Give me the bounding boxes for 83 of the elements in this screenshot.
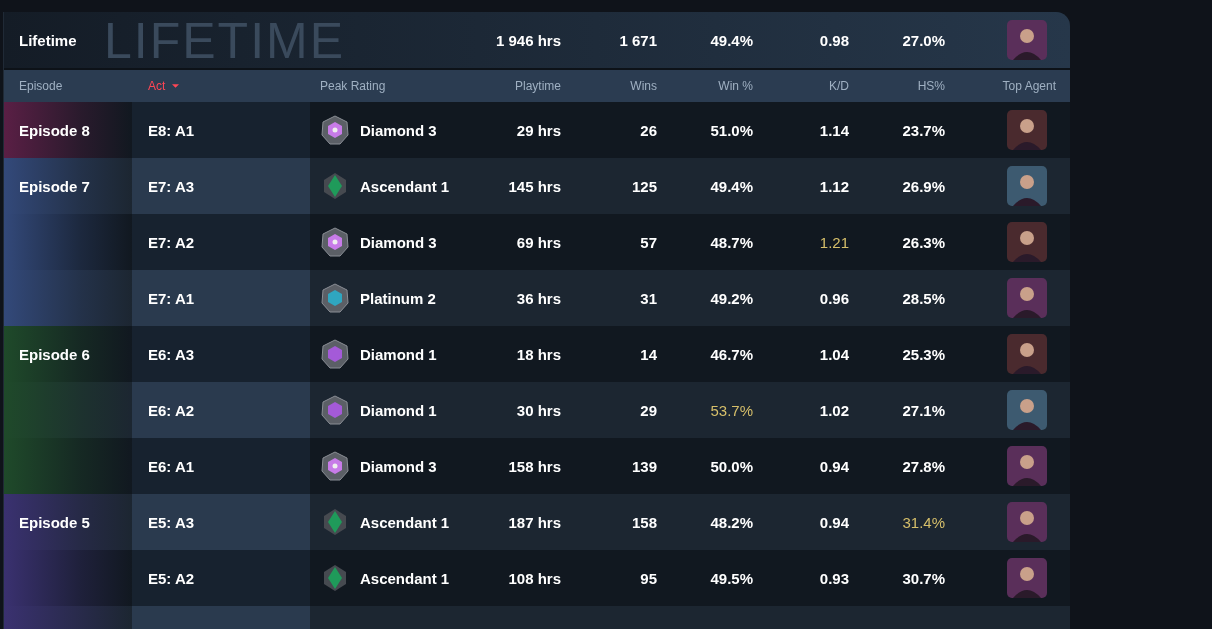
lifetime-kd: 0.98 [819,31,849,49]
lifetime-playtime: 1 946 hrs [495,31,561,49]
wins: 139 [631,457,657,475]
column-header[interactable]: Act [148,79,180,93]
kd-ratio: 1.04 [819,345,849,363]
win-rate: 49.4% [710,177,753,195]
playtime: 69 hrs [516,233,561,251]
kd-ratio: 1.12 [819,177,849,195]
win-rate: 50.0% [710,457,753,475]
kd-ratio: 0.94 [819,513,849,531]
kd-ratio: 0.94 [819,457,849,475]
headshot-rate: 25.3% [902,345,945,363]
rank-name: Diamond 3 [360,121,437,139]
lifetime-label: Lifetime [19,31,77,49]
episode-name: Episode 8 [19,121,90,139]
win-rate: 51.0% [710,121,753,139]
win-rate: 49.5% [710,569,753,587]
column-header[interactable]: HS% [917,79,945,93]
act-name: E7: A2 [148,233,195,251]
headshot-rate: 26.9% [902,177,945,195]
headshot-rate: 26.3% [902,233,945,251]
act-name: E8: A1 [148,121,195,139]
playtime: 108 hrs [508,569,561,587]
rank-name: Ascendant 1 [360,177,450,195]
playtime: 29 hrs [516,121,561,139]
win-rate: 49.2% [710,289,753,307]
wins: 29 [640,401,657,419]
wins: 57 [640,233,657,251]
wins: 14 [640,345,657,363]
act-name: E6: A1 [148,457,195,475]
act-name: E5: A3 [148,513,195,531]
wins: 125 [631,177,657,195]
playtime: 187 hrs [508,513,561,531]
act-name: E7: A1 [148,289,195,307]
playtime: 145 hrs [508,177,561,195]
lifetime-wins: 1 671 [619,31,657,49]
kd-ratio: 0.96 [819,289,849,307]
rank-name: Diamond 3 [360,233,437,251]
column-header[interactable]: Episode [19,79,63,93]
column-header[interactable]: Playtime [515,79,561,93]
headshot-rate: 31.4% [902,513,945,531]
act-name: E6: A3 [148,345,195,363]
win-rate: 48.7% [710,233,753,251]
playtime: 36 hrs [516,289,561,307]
win-rate: 53.7% [710,401,753,419]
act-name: E6: A2 [148,401,195,419]
wins: 158 [631,513,657,531]
playtime: 30 hrs [516,401,561,419]
kd-ratio: 1.02 [819,401,849,419]
playtime: 18 hrs [516,345,561,363]
wins: 26 [640,121,657,139]
kd-ratio: 1.14 [819,121,849,139]
column-header[interactable]: Top Agent [1002,79,1056,93]
rank-name: Diamond 1 [360,345,437,363]
wins: 95 [640,569,657,587]
playtime: 158 hrs [508,457,561,475]
wins: 31 [640,289,657,307]
lifetime-headshot-rate: 27.0% [902,31,945,49]
episode-name: Episode 5 [19,513,90,531]
headshot-rate: 27.1% [902,401,945,419]
rank-name: Ascendant 1 [360,569,450,587]
column-header[interactable]: Peak Rating [320,79,386,93]
lifetime-win-rate: 49.4% [710,31,753,49]
headshot-rate: 30.7% [902,569,945,587]
rank-name: Diamond 3 [360,457,437,475]
kd-ratio: 0.93 [819,569,849,587]
rank-name: Platinum 2 [360,289,436,307]
act-name: E7: A3 [148,177,195,195]
episode-name: Episode 6 [19,345,90,363]
sort-caret-icon [172,84,180,88]
act-name: E5: A2 [148,569,195,587]
headshot-rate: 27.8% [902,457,945,475]
rank-name: Ascendant 1 [360,513,450,531]
rank-name: Diamond 1 [360,401,437,419]
column-header[interactable]: Wins [630,79,657,93]
headshot-rate: 28.5% [902,289,945,307]
win-rate: 48.2% [710,513,753,531]
headshot-rate: 23.7% [902,121,945,139]
column-header[interactable]: Win % [718,79,753,93]
kd-ratio: 1.21 [819,233,849,251]
win-rate: 46.7% [710,345,753,363]
column-header[interactable]: K/D [829,79,849,93]
episode-name: Episode 7 [19,177,90,195]
